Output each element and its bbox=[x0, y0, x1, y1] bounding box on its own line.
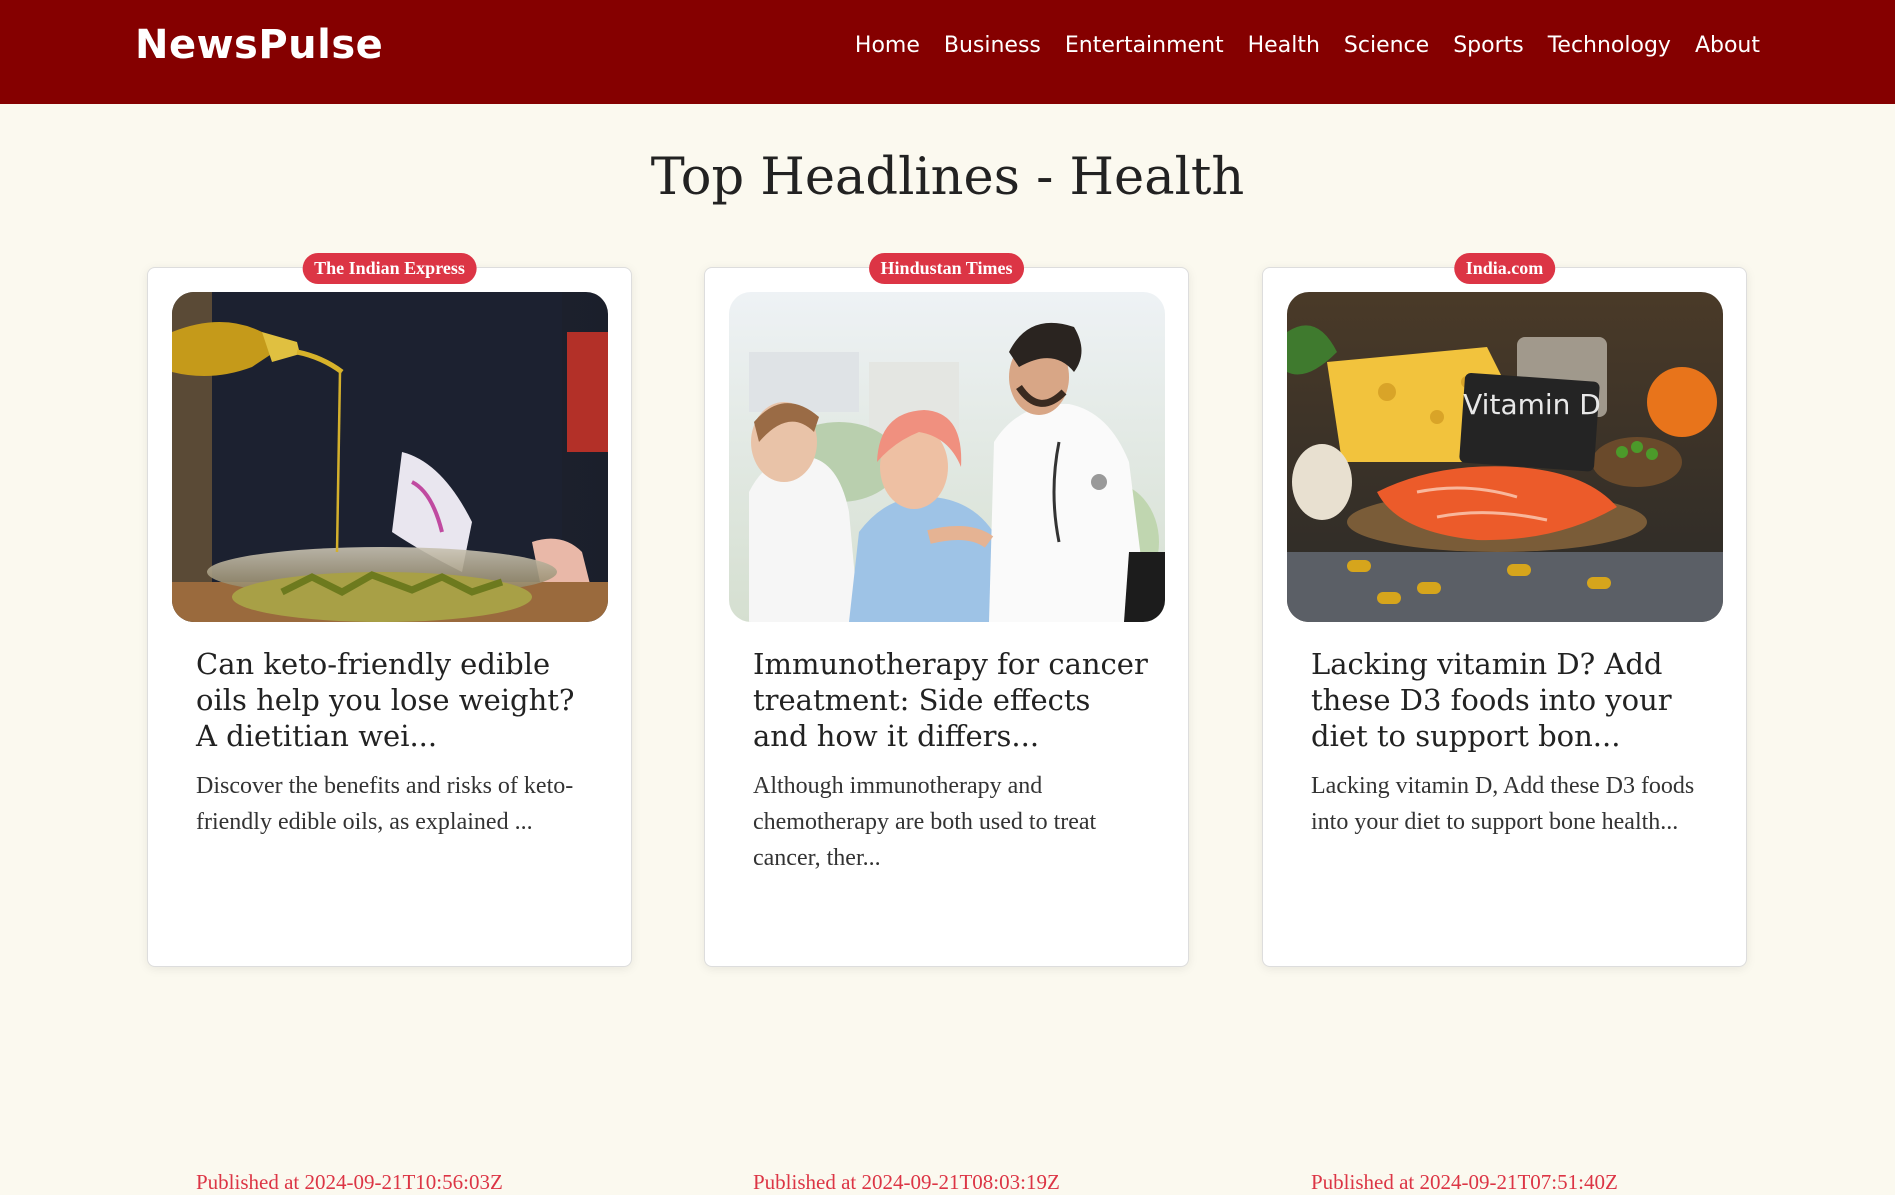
published-date: Published at 2024-09-21T10:56:03Z bbox=[196, 1170, 503, 1194]
source-badge: India.com bbox=[1453, 253, 1556, 284]
vitamin-d-sign-text: Vitamin D bbox=[1463, 388, 1601, 421]
news-card[interactable]: India.com Vitamin D Lacking vitamin D? A… bbox=[1262, 253, 1747, 1194]
article-description: Although immunotherapy and chemotherapy … bbox=[753, 773, 1097, 871]
navbar: NewsPulse Home Business Entertainment He… bbox=[0, 0, 1895, 104]
nav-link-about[interactable]: About bbox=[1683, 33, 1772, 58]
brand-logo[interactable]: NewsPulse bbox=[135, 22, 383, 68]
nav-link-health[interactable]: Health bbox=[1236, 33, 1332, 58]
article-title[interactable]: Lacking vitamin D? Add these D3 foods in… bbox=[1311, 646, 1711, 754]
nav-link-technology[interactable]: Technology bbox=[1536, 33, 1683, 58]
source-badge: The Indian Express bbox=[302, 253, 477, 284]
article-description: Discover the benefits and risks of keto-… bbox=[196, 773, 574, 835]
published-date: Published at 2024-09-21T07:51:40Z bbox=[1311, 1170, 1618, 1194]
vitamin-d-foods-photo[interactable]: Vitamin D bbox=[1287, 292, 1723, 622]
published-date: Published at 2024-09-21T08:03:19Z bbox=[753, 1170, 1060, 1194]
nav-links: Home Business Entertainment Health Scien… bbox=[843, 33, 1772, 58]
news-card[interactable]: Hindustan Times Immunotherapy for cancer… bbox=[704, 253, 1189, 1194]
article-title[interactable]: Can keto-friendly edible oils help you l… bbox=[196, 646, 596, 754]
source-badge: Hindustan Times bbox=[868, 253, 1025, 284]
nav-link-home[interactable]: Home bbox=[843, 33, 932, 58]
nav-link-sports[interactable]: Sports bbox=[1441, 33, 1536, 58]
nav-link-entertainment[interactable]: Entertainment bbox=[1053, 33, 1236, 58]
nav-link-science[interactable]: Science bbox=[1332, 33, 1441, 58]
doctors-with-patient-photo[interactable] bbox=[729, 292, 1165, 622]
article-description: Lacking vitamin D, Add these D3 foods in… bbox=[1311, 773, 1695, 835]
article-title[interactable]: Immunotherapy for cancer treatment: Side… bbox=[753, 646, 1153, 754]
news-card[interactable]: The Indian Express Can keto-friendly edi… bbox=[147, 253, 632, 1194]
page-title: Top Headlines - Health bbox=[650, 148, 1245, 207]
olive-oil-pouring-photo[interactable] bbox=[172, 292, 608, 622]
nav-link-business[interactable]: Business bbox=[932, 33, 1053, 58]
